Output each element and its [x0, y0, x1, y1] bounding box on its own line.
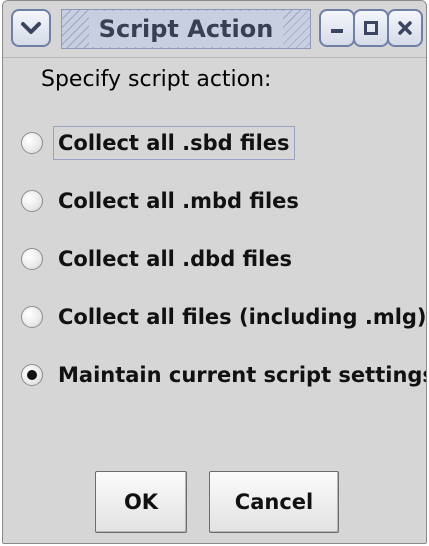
option-label[interactable]: Maintain current script settings: [53, 358, 426, 392]
radio-button[interactable]: [21, 132, 43, 154]
window-menu-button[interactable]: [11, 9, 51, 47]
cancel-button[interactable]: Cancel: [209, 471, 339, 533]
radio-button[interactable]: [21, 306, 43, 328]
radio-button-selected[interactable]: [21, 364, 43, 386]
chevron-down-icon: [21, 22, 41, 34]
radio-button[interactable]: [21, 248, 43, 270]
option-collect-sbd[interactable]: Collect all .sbd files: [21, 123, 295, 163]
prompt-label: Specify script action:: [41, 67, 272, 92]
option-label[interactable]: Collect all .dbd files: [53, 242, 297, 276]
close-button[interactable]: [387, 9, 423, 47]
option-label[interactable]: Collect all files (including .mlg): [53, 300, 426, 334]
option-collect-all-files[interactable]: Collect all files (including .mlg): [21, 297, 426, 337]
script-action-dialog: Script Action Specify script action: Col…: [2, 0, 427, 544]
radio-button[interactable]: [21, 190, 43, 212]
minimize-icon: [331, 29, 343, 33]
title-area[interactable]: Script Action: [61, 9, 311, 49]
option-collect-mbd[interactable]: Collect all .mbd files: [21, 181, 304, 221]
option-collect-dbd[interactable]: Collect all .dbd files: [21, 239, 297, 279]
minimize-button[interactable]: [319, 9, 355, 47]
close-icon: [398, 21, 412, 35]
maximize-button[interactable]: [353, 9, 389, 47]
title-bar: Script Action: [3, 1, 426, 58]
maximize-icon: [364, 21, 378, 35]
window-title: Script Action: [88, 11, 284, 47]
ok-button[interactable]: OK: [95, 471, 187, 533]
option-label[interactable]: Collect all .mbd files: [53, 184, 304, 218]
option-label[interactable]: Collect all .sbd files: [53, 126, 295, 160]
option-maintain-settings[interactable]: Maintain current script settings: [21, 355, 426, 395]
